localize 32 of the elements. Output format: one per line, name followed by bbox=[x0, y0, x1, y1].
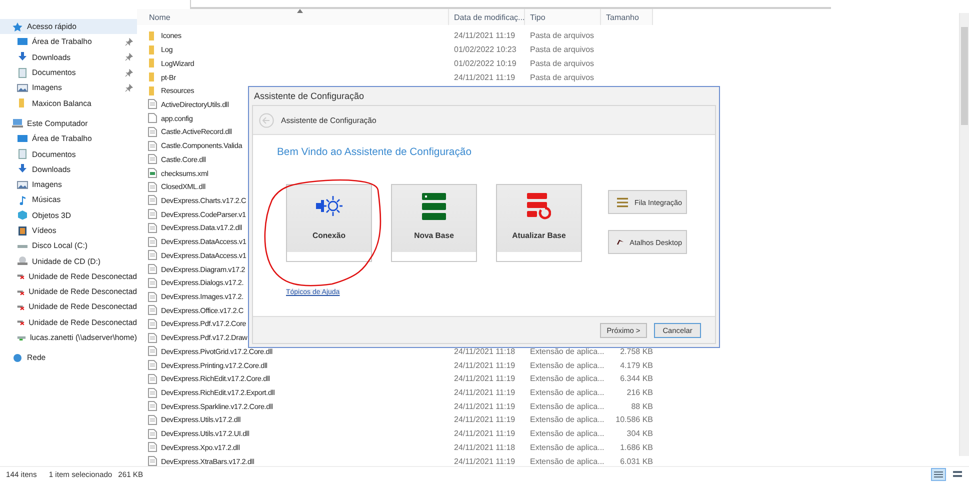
dialog-title: Assistente de Configuração bbox=[253, 90, 366, 103]
type-cell-text: Extensão de aplica... bbox=[529, 415, 601, 424]
date-cell-text: 24/11/2021 11:19 bbox=[453, 360, 516, 370]
date-cell-text: 24/11/2021 11:19 bbox=[453, 72, 516, 82]
type-cell-text: Extensão de aplica... bbox=[529, 429, 601, 438]
column-header[interactable]: Tamanho bbox=[601, 9, 653, 25]
date-cell-text: 24/11/2021 11:19 bbox=[453, 402, 516, 411]
type-cell-text: Extensão de aplica... bbox=[529, 388, 601, 398]
column-header[interactable]: Tipo bbox=[525, 9, 601, 25]
type-cell-text: Extensão de aplica... bbox=[529, 360, 601, 370]
date-cell-text: 24/11/2021 11:19 bbox=[453, 388, 516, 398]
type-cell-text: Extensão de aplica... bbox=[529, 456, 601, 466]
type-cell-text: Pasta de arquivos bbox=[529, 58, 596, 68]
column-header[interactable]: Data de modificaç... bbox=[449, 9, 525, 25]
type-cell-text: Extensão de aplica... bbox=[529, 374, 601, 384]
date-cell-text: 01/02/2022 10:23 bbox=[453, 45, 518, 54]
date-cell-text: 24/11/2021 11:19 bbox=[453, 415, 516, 424]
type-cell-text: Extensão de aplica... bbox=[529, 442, 601, 452]
date-cell-text: 24/11/2021 11:18 bbox=[453, 442, 516, 452]
type-cell-text: Pasta de arquivos bbox=[529, 31, 596, 40]
date-cell-text: 24/11/2021 11:19 bbox=[453, 31, 516, 40]
welcome-heading: Bem Vindo ao Assistente de Configuração bbox=[277, 147, 472, 158]
type-cell-text: Pasta de arquivos bbox=[529, 72, 596, 82]
date-cell-text: 24/11/2021 11:18 bbox=[453, 346, 516, 356]
date-cell-text: 24/11/2021 11:19 bbox=[453, 429, 516, 438]
type-cell-text: Extensão de aplica... bbox=[529, 402, 601, 411]
column-header[interactable]: Nome bbox=[137, 9, 449, 25]
type-cell-text: Pasta de arquivos bbox=[529, 45, 596, 54]
date-cell-text: 01/02/2022 10:19 bbox=[453, 58, 518, 68]
type-cell-text: Extensão de aplica... bbox=[529, 346, 601, 356]
date-cell-text: 24/11/2021 11:19 bbox=[453, 374, 516, 384]
date-cell-text: 24/11/2021 11:19 bbox=[453, 456, 516, 466]
